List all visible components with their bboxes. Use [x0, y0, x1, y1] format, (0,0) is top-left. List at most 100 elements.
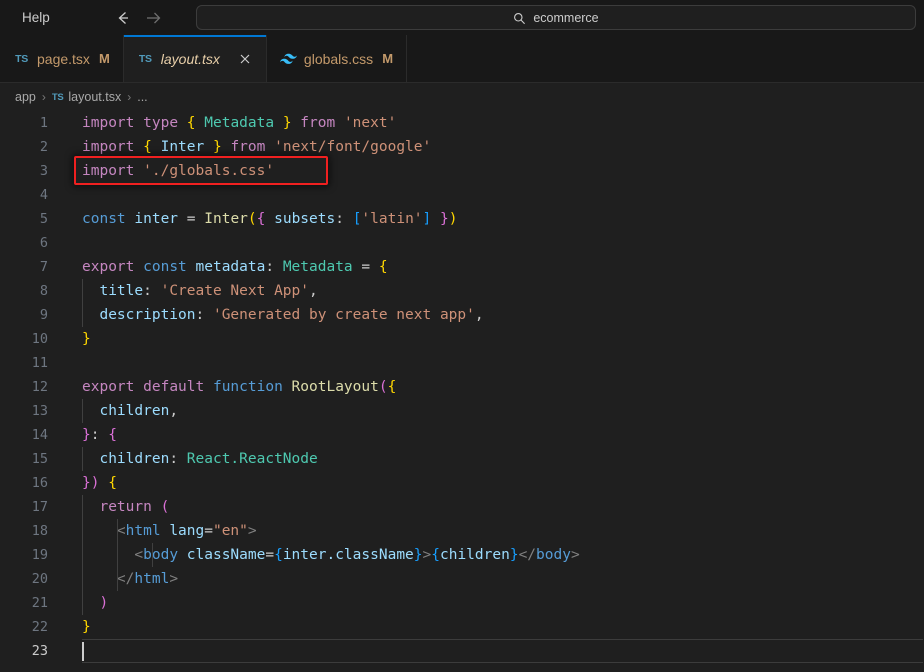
line-content[interactable] — [82, 183, 924, 207]
line-content[interactable]: } — [82, 615, 924, 639]
line-content[interactable]: export default function RootLayout({ — [82, 375, 924, 399]
code-line: 3 import './globals.css' — [0, 159, 924, 183]
code-editor[interactable]: 1 import type { Metadata } from 'next' 2 i… — [0, 111, 924, 672]
line-content[interactable]: export const metadata: Metadata = { — [82, 255, 924, 279]
tab-label: layout.tsx — [160, 50, 220, 67]
line-number: 6 — [39, 235, 48, 251]
code-line: 10} — [0, 327, 924, 351]
line-content[interactable]: < body className ={inter.className} >{child… — [82, 543, 924, 567]
tab-modified-indicator: M — [98, 51, 110, 66]
line-number: 9 — [39, 307, 48, 323]
typescript-icon: TS — [51, 91, 64, 103]
menu-item-help[interactable]: Help — [13, 6, 59, 29]
tab-modified-indicator: M — [382, 51, 394, 66]
line-content[interactable]: description: 'Generated by create next a… — [82, 303, 924, 327]
code-line: 8 title: 'Create Next App', — [0, 279, 924, 303]
navigation-arrows — [113, 8, 163, 28]
line-content[interactable]: import { Inter } from 'next/font/google' — [82, 135, 924, 159]
tab-page-tsx[interactable]: TS page.tsx M — [0, 35, 124, 82]
line-number: 12 — [31, 379, 48, 395]
line-number: 23 — [31, 643, 48, 659]
tab-label: globals.css — [303, 50, 374, 67]
code-line: 12 export default function RootLayout({ — [0, 375, 924, 399]
line-number: 13 — [31, 403, 48, 419]
line-number: 16 — [31, 475, 48, 491]
line-number: 11 — [31, 355, 48, 371]
line-number: 15 — [31, 451, 48, 467]
breadcrumb-item-symbol[interactable]: ... — [137, 90, 147, 104]
code-line: 18 < html lang = "en" > — [0, 519, 924, 543]
code-line: 2 import { Inter } from 'next/font/google… — [0, 135, 924, 159]
line-content[interactable]: } — [82, 327, 924, 351]
line-content[interactable]: ) — [82, 591, 924, 615]
line-number: 8 — [39, 283, 48, 299]
editor-tab-bar: TS page.tsx M TS layout.tsx globals.css … — [0, 35, 924, 83]
breadcrumb-item-file[interactable]: TS layout.tsx — [52, 90, 121, 104]
line-number: 20 — [31, 571, 48, 587]
typescript-icon: TS — [138, 52, 152, 65]
code-line: 9 description: 'Generated by create next… — [0, 303, 924, 327]
close-icon[interactable] — [237, 51, 253, 67]
code-line: 20 </html > — [0, 567, 924, 591]
arrow-left-icon[interactable] — [113, 8, 133, 28]
code-line: 19 < body className ={inter.className} >{ch… — [0, 543, 924, 567]
line-number: 22 — [31, 619, 48, 635]
line-content[interactable] — [82, 231, 924, 255]
line-content[interactable]: }) { — [82, 471, 924, 495]
code-line: 13 children, — [0, 399, 924, 423]
line-number: 19 — [31, 547, 48, 563]
line-number: 2 — [39, 139, 48, 155]
title-bar: Help ecommerce — [0, 0, 924, 35]
code-line: 14 }: { — [0, 423, 924, 447]
command-center-search[interactable]: ecommerce — [196, 5, 916, 30]
search-icon — [513, 12, 526, 25]
line-number: 18 — [31, 523, 48, 539]
breadcrumb-separator: › — [127, 90, 132, 104]
text-cursor — [82, 642, 84, 661]
tab-layout-tsx[interactable]: TS layout.tsx — [123, 35, 267, 82]
line-number: 7 — [39, 259, 48, 275]
code-line: 17 return ( — [0, 495, 924, 519]
line-content[interactable]: import './globals.css' — [82, 159, 924, 183]
line-content[interactable]: </html > — [82, 567, 924, 591]
breadcrumb: app › TS layout.tsx › ... — [0, 83, 924, 111]
breadcrumb-item-label: layout.tsx — [68, 90, 122, 104]
line-number: 21 — [31, 595, 48, 611]
tab-globals-css[interactable]: globals.css M — [266, 35, 408, 82]
line-number: 17 — [31, 499, 48, 515]
code-line: 1 import type { Metadata } from 'next' — [0, 111, 924, 135]
code-line-current: 23 — [0, 639, 924, 663]
line-number: 3 — [39, 163, 48, 179]
code-line: 21 ) — [0, 591, 924, 615]
line-number: 5 — [39, 211, 48, 227]
line-content[interactable] — [82, 351, 924, 375]
code-line: 4 — [0, 183, 924, 207]
line-number: 14 — [31, 427, 48, 443]
breadcrumb-separator: › — [41, 90, 46, 104]
tab-label: page.tsx — [37, 50, 90, 67]
code-line: 22} — [0, 615, 924, 639]
line-content[interactable]: import type { Metadata } from 'next' — [82, 111, 924, 135]
line-content[interactable]: children: React.ReactNode — [82, 447, 924, 471]
code-line: 11 — [0, 351, 924, 375]
typescript-icon: TS — [15, 52, 28, 65]
line-content[interactable]: const inter = Inter({ subsets: ['latin']… — [82, 207, 924, 231]
line-content[interactable]: title: 'Create Next App', — [82, 279, 924, 303]
command-center-value: ecommerce — [533, 10, 599, 25]
tailwindcss-icon — [279, 50, 297, 67]
line-content[interactable]: }: { — [82, 423, 924, 447]
code-line: 5 const inter = Inter({ subsets: ['latin'… — [0, 207, 924, 231]
line-number: 1 — [39, 115, 48, 131]
line-content[interactable]: return ( — [82, 495, 924, 519]
code-line: 15 children: React.ReactNode — [0, 447, 924, 471]
line-content[interactable]: < html lang = "en" > — [82, 519, 924, 543]
breadcrumb-item-app[interactable]: app — [15, 90, 36, 104]
code-line: 16 }) { — [0, 471, 924, 495]
line-content[interactable] — [82, 639, 923, 663]
line-number: 4 — [39, 187, 48, 203]
line-number: 10 — [31, 331, 48, 347]
arrow-right-icon[interactable] — [143, 8, 163, 28]
line-content[interactable]: children, — [82, 399, 924, 423]
code-line: 6 — [0, 231, 924, 255]
code-line: 7 export const metadata: Metadata = { — [0, 255, 924, 279]
